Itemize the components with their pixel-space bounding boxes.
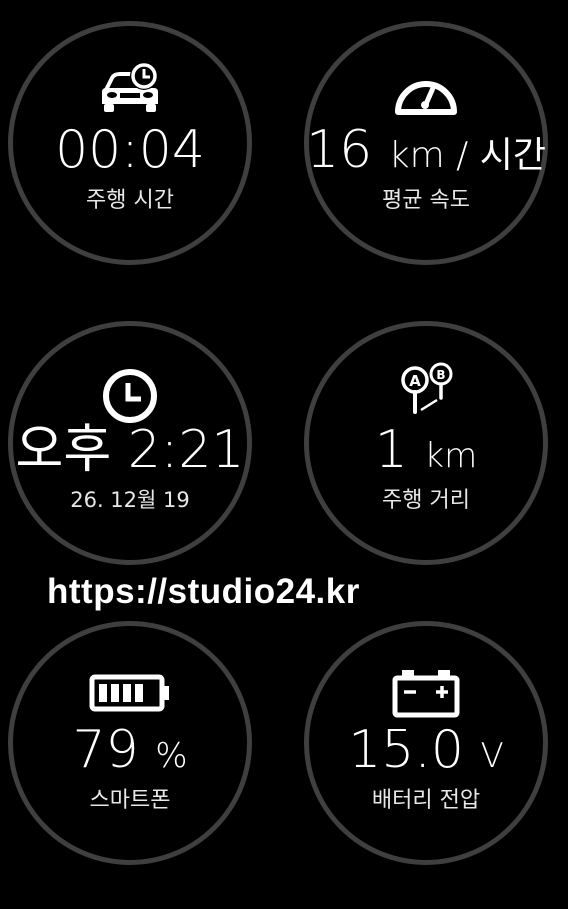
car-clock-icon bbox=[102, 62, 158, 112]
phone-battery-unit: % bbox=[155, 736, 188, 776]
distance-unit: km bbox=[424, 436, 478, 476]
distance-value: 1 km bbox=[269, 424, 568, 476]
gauge-drive-time[interactable]: 00:04 주행 시간 bbox=[8, 21, 252, 265]
gauge-distance[interactable]: A B 1 km 주행 거리 bbox=[304, 321, 548, 565]
svg-text:B: B bbox=[436, 368, 445, 382]
watermark-url: https://studio24.kr bbox=[47, 572, 360, 611]
battery-icon bbox=[89, 674, 169, 712]
gauge-phone-battery[interactable]: 79 % 스마트폰 bbox=[8, 621, 252, 865]
phone-battery-label: 스마트폰 bbox=[89, 788, 171, 813]
speedometer-icon bbox=[395, 81, 457, 115]
avg-speed-value: 16 km / 시간 bbox=[269, 124, 568, 176]
car-battery-value: 15.0 V bbox=[269, 724, 568, 776]
gauge-clock[interactable]: 오후 2:21 26. 12월 19 bbox=[8, 321, 252, 565]
battery-bar bbox=[99, 684, 107, 702]
gauge-car-battery[interactable]: 15.0 V 배터리 전압 bbox=[304, 621, 548, 865]
avg-speed-label: 평균 속도 bbox=[382, 188, 470, 213]
clock-icon bbox=[103, 369, 157, 423]
distance-label: 주행 거리 bbox=[382, 488, 470, 513]
car-battery-unit: V bbox=[480, 736, 504, 776]
drive-time-value: 00:04 bbox=[55, 120, 205, 180]
car-battery-label: 배터리 전압 bbox=[371, 788, 481, 813]
phone-battery-value: 79 % bbox=[0, 724, 287, 776]
avg-speed-number: 16 bbox=[306, 120, 373, 180]
battery-bar bbox=[111, 684, 119, 702]
car-battery-number: 15.0 bbox=[348, 720, 464, 780]
distance-number: 1 bbox=[374, 420, 408, 480]
drive-time-label: 주행 시간 bbox=[86, 188, 174, 213]
route-ab-icon: A B bbox=[401, 362, 453, 414]
svg-text:A: A bbox=[409, 372, 421, 390]
battery-bar bbox=[123, 684, 131, 702]
gauge-avg-speed[interactable]: 16 km / 시간 평균 속도 bbox=[304, 21, 548, 265]
car-battery-icon bbox=[392, 670, 460, 718]
avg-speed-unit: km / 시간 bbox=[388, 135, 546, 176]
clock-value: 오후 2:21 bbox=[15, 420, 245, 480]
battery-bar bbox=[135, 684, 143, 702]
date-label: 26. 12월 19 bbox=[70, 488, 190, 512]
phone-battery-number: 79 bbox=[72, 720, 139, 780]
